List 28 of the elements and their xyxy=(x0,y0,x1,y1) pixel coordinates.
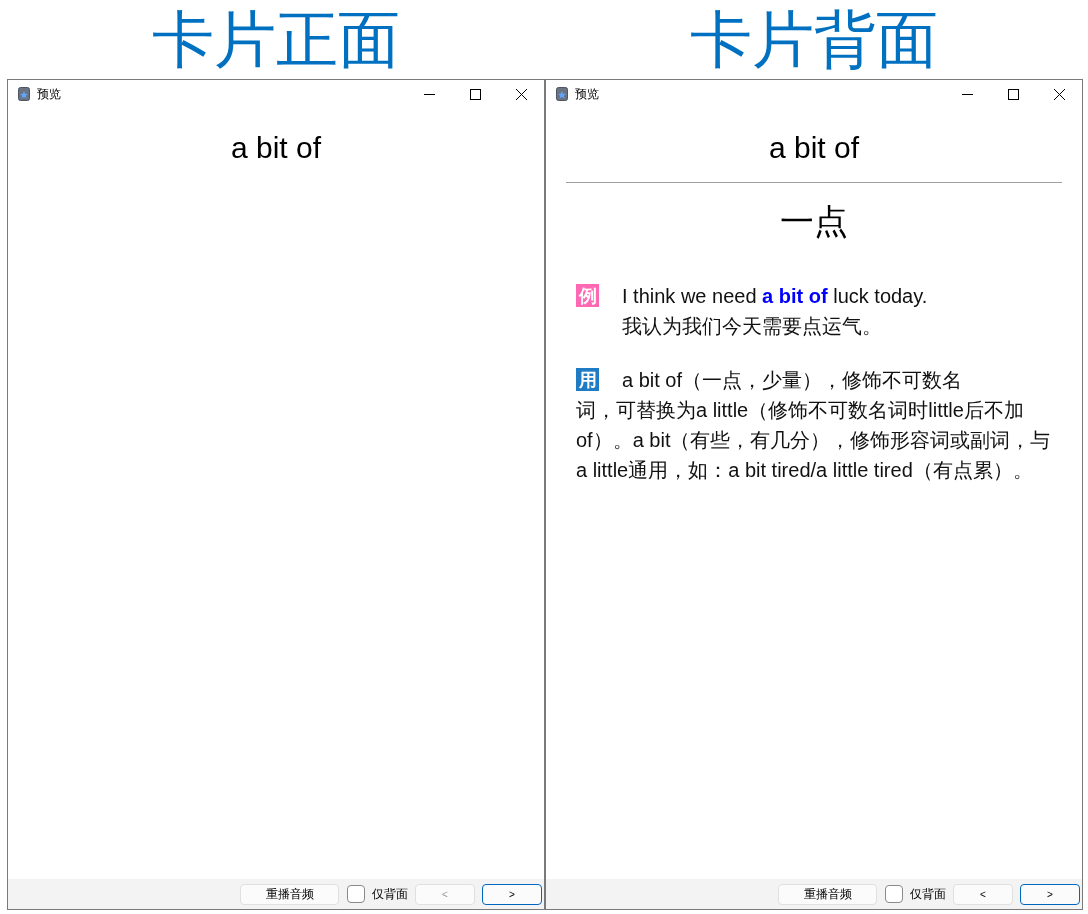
replay-audio-button[interactable]: 重播音频 xyxy=(778,883,877,905)
back-only-label: 仅背面 xyxy=(372,886,408,903)
example-translation: 我认为我们今天需要点运气。 xyxy=(622,314,883,339)
maximize-icon xyxy=(469,88,481,100)
front-word: a bit of xyxy=(230,130,322,166)
front-word: a bit of xyxy=(768,130,860,166)
next-button[interactable]: > xyxy=(1020,883,1080,905)
window-title: 预览 xyxy=(37,86,61,103)
close-icon xyxy=(1053,88,1065,100)
back-only-checkbox[interactable] xyxy=(885,885,903,903)
usage-text: 词，可替换为a little（修饰不可数名词时little后不加of）。a bit（有些，有几分），修饰形容词或副词，与a little通用，如：a bit tired/a little tired（有点累）。 xyxy=(576,398,1052,483)
meaning-text: 一点 xyxy=(780,201,848,241)
next-button[interactable]: > xyxy=(482,883,542,905)
example-sentence: I think we need a bit of luck today. xyxy=(622,284,928,309)
panel-heading: 卡片正面 xyxy=(152,3,400,76)
app-icon xyxy=(556,87,568,101)
panel-heading: 卡片背面 xyxy=(690,3,938,76)
usage-badge: 用 xyxy=(576,368,599,391)
window-title: 预览 xyxy=(575,86,599,103)
back-only-label: 仅背面 xyxy=(910,886,946,903)
replay-audio-button[interactable]: 重播音频 xyxy=(240,883,339,905)
back-only-checkbox[interactable] xyxy=(347,885,365,903)
app-icon xyxy=(18,87,30,101)
previous-button[interactable]: < xyxy=(953,883,1013,905)
example-badge: 例 xyxy=(576,284,599,307)
close-icon xyxy=(515,88,527,100)
maximize-icon xyxy=(1007,88,1019,100)
usage-text: a bit of（一点，少量），修饰不可数名 xyxy=(622,368,963,393)
